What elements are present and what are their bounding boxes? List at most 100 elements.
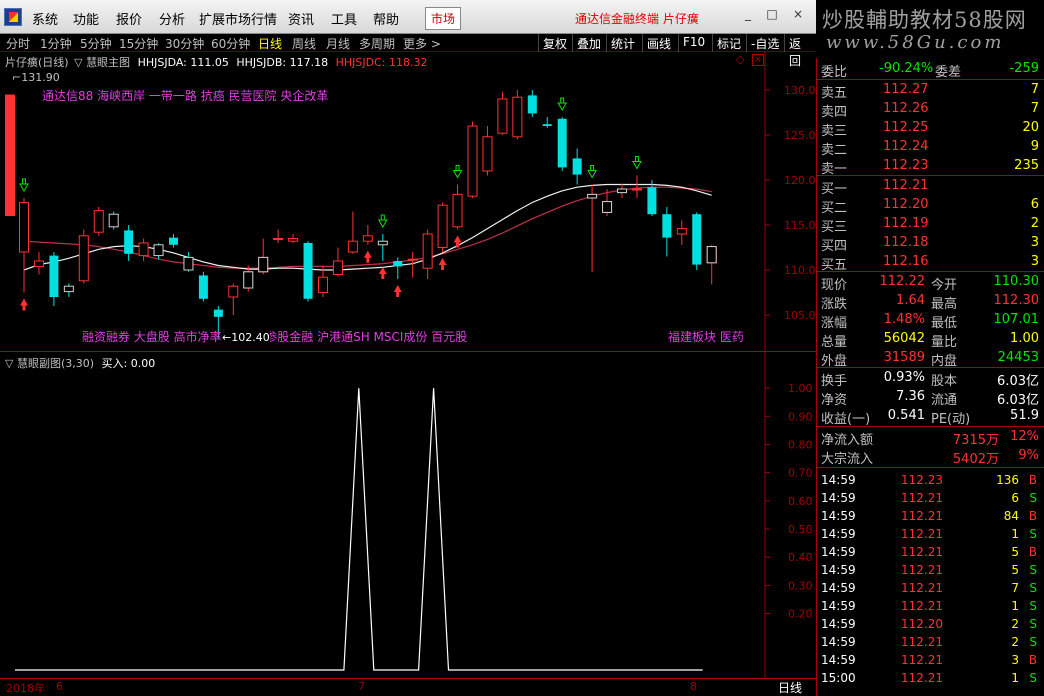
tick-side: S	[1029, 563, 1037, 577]
period-1min[interactable]: 1分钟	[40, 35, 72, 52]
tick-row[interactable]: 14:59 112.21 5 S	[817, 562, 1044, 581]
tick-row[interactable]: 14:59 112.21 84 B	[817, 508, 1044, 527]
tick-row[interactable]: 15:00 112.21 1 S	[817, 670, 1044, 689]
stat-row[interactable]: 总量 56042 量比 1.00	[817, 330, 1044, 350]
menu-extended-market[interactable]: 扩展市场行情	[199, 9, 277, 28]
fin-row[interactable]: 净资 7.36 流通 6.03亿	[817, 388, 1044, 408]
indicator-name[interactable]: 慧眼主图	[86, 56, 130, 69]
toolbar-f10-button[interactable]: F10	[678, 34, 709, 52]
menu-quote[interactable]: 报价	[116, 9, 142, 28]
bid-row[interactable]: 买四 112.18 3	[817, 234, 1044, 254]
ask-row[interactable]: 卖三 112.25 20	[817, 119, 1044, 139]
tick-row[interactable]: 14:59 112.20 2 S	[817, 616, 1044, 635]
tick-row[interactable]: 14:59 112.21 3 B	[817, 652, 1044, 671]
tick-volume: 5	[1011, 563, 1019, 577]
menu-function[interactable]: 功能	[73, 9, 99, 28]
stat-row[interactable]: 涨跌 1.64 最高 112.30	[817, 292, 1044, 312]
tick-volume: 6	[1011, 491, 1019, 505]
period-indicator[interactable]: 日线	[778, 679, 802, 696]
minimize-button[interactable]: _	[738, 4, 758, 24]
tick-side: B	[1028, 653, 1037, 667]
market-tab[interactable]: 市场	[425, 7, 462, 30]
tick-row[interactable]: 14:59 112.21 7 S	[817, 580, 1044, 599]
close-panel-icon[interactable]: ×	[752, 54, 764, 66]
ask-row[interactable]: 卖二 112.24 9	[817, 138, 1044, 158]
date-month-8: 8	[690, 680, 697, 693]
collapse-icon[interactable]: ▽	[5, 357, 13, 370]
menu-tools[interactable]: 工具	[331, 9, 357, 28]
sell-arrow	[587, 165, 597, 179]
stat-row[interactable]: 现价 112.22 今开 110.30	[817, 273, 1044, 293]
period-multi[interactable]: 多周期	[359, 35, 395, 52]
tick-row[interactable]: 14:59 112.21 5 B	[817, 544, 1044, 563]
period-15min[interactable]: 15分钟	[119, 35, 158, 52]
candle-body-down	[662, 214, 672, 238]
weibi-value: -90.24%	[879, 61, 934, 76]
toolbar-draw-button[interactable]: 画线	[642, 34, 675, 52]
ask-row[interactable]: 卖四 112.26 7	[817, 100, 1044, 120]
stat-value: 1.00	[1010, 331, 1039, 346]
period-60min[interactable]: 60分钟	[211, 35, 250, 52]
bid-row[interactable]: 买三 112.19 2	[817, 215, 1044, 235]
hhjsjdc-value: HHJSJDC: 118.32	[335, 56, 428, 69]
candle-body-neutral	[243, 271, 254, 289]
fin-row[interactable]: 收益(一) 0.541 PE(动) 51.9	[817, 407, 1044, 427]
flow-row[interactable]: 净流入额 7315万 12%	[817, 428, 1044, 448]
menu-help[interactable]: 帮助	[373, 9, 399, 28]
tick-row[interactable]: 14:59 112.21 2 S	[817, 634, 1044, 653]
tick-row[interactable]: 14:59 112.23 136 B	[817, 472, 1044, 491]
period-monthly[interactable]: 月线	[326, 35, 350, 52]
bid-row[interactable]: 买五 112.16 3	[817, 253, 1044, 273]
ask-row[interactable]: 卖五 112.27 7	[817, 81, 1044, 101]
tick-volume: 3	[1011, 653, 1019, 667]
maximize-button[interactable]: □	[762, 4, 782, 24]
sub-chart-panel[interactable]: 1.00 0.90 0.80 0.70 0.60 0.50 0.40 0.30 0.20 ▽ 慧…	[0, 352, 816, 678]
ask-row[interactable]: 卖一 112.23 235	[817, 157, 1044, 177]
settings-icon[interactable]: ◇	[736, 54, 748, 66]
toolbar-back-button[interactable]: 返回	[784, 34, 816, 68]
toolbar-overlay-button[interactable]: 叠加	[572, 34, 605, 52]
period-30min[interactable]: 30分钟	[165, 35, 204, 52]
toolbar-watchlist-button[interactable]: -自选	[746, 34, 783, 52]
stat-row[interactable]: 涨幅 1.48% 最低 107.01	[817, 311, 1044, 331]
toolbar-mark-button[interactable]: 标记	[712, 34, 745, 52]
tick-volume: 1	[1011, 599, 1019, 613]
bid-price: 112.18	[883, 235, 929, 250]
fin-label: 净资	[821, 393, 848, 408]
app-logo-icon	[4, 8, 22, 26]
period-timeshare[interactable]: 分时	[6, 35, 30, 52]
candle-body-up	[631, 188, 642, 191]
period-5min[interactable]: 5分钟	[80, 35, 112, 52]
sell-arrow	[19, 178, 29, 193]
tick-time: 14:59	[821, 599, 856, 613]
stat-label: 今开	[931, 278, 958, 293]
collapse-icon[interactable]: ▽	[74, 56, 82, 69]
candle-body-down	[393, 261, 403, 267]
close-button[interactable]: ×	[788, 4, 808, 24]
top-price-marker: ⌐131.90	[12, 71, 60, 84]
tick-price: 112.23	[901, 473, 943, 487]
fin-row[interactable]: 换手 0.93% 股本 6.03亿	[817, 369, 1044, 389]
menu-analysis[interactable]: 分析	[159, 9, 185, 28]
period-weekly[interactable]: 周线	[292, 35, 316, 52]
sub-indicator-name[interactable]: 慧眼副图(3,30)	[17, 357, 94, 370]
toolbar-stats-button[interactable]: 统计	[606, 34, 639, 52]
stat-row[interactable]: 外盘 31589 内盘 24453	[817, 349, 1044, 369]
tick-side: S	[1029, 671, 1037, 685]
period-more[interactable]: 更多 >	[403, 35, 441, 52]
sub-tick-label: 0.90	[788, 410, 813, 423]
candle-body-up	[273, 238, 284, 240]
tick-row[interactable]: 14:59 112.21 1 S	[817, 598, 1044, 617]
toolbar-adjust-button[interactable]: 复权	[538, 34, 571, 52]
bid-row[interactable]: 买二 112.20 6	[817, 196, 1044, 216]
tick-price: 112.21	[901, 545, 943, 559]
menu-news[interactable]: 资讯	[288, 9, 314, 28]
sell-arrow	[377, 214, 388, 229]
flow-row[interactable]: 大宗流入 5402万 9%	[817, 447, 1044, 467]
bid-row[interactable]: 买一 112.21	[817, 177, 1044, 197]
period-daily[interactable]: 日线	[258, 35, 282, 52]
menu-system[interactable]: 系统	[32, 9, 58, 28]
main-chart-panel[interactable]: 130.0 125.0 120.0 115.0 110.0 105.0 片仔癀(日线) ▽…	[0, 52, 816, 352]
tick-row[interactable]: 14:59 112.21 1 S	[817, 526, 1044, 545]
tick-row[interactable]: 14:59 112.21 6 S	[817, 490, 1044, 509]
